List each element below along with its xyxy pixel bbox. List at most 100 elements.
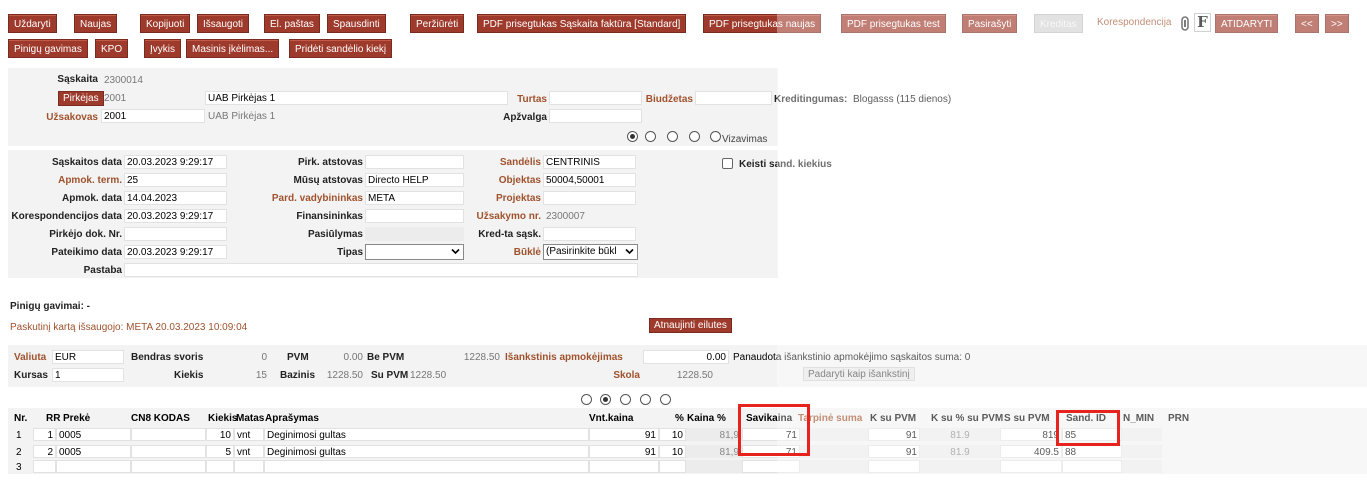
stage-radio-2[interactable]	[645, 131, 656, 142]
project-field[interactable]	[543, 191, 636, 205]
warehouse-label[interactable]: Sandėlis	[462, 157, 541, 168]
row-view-radio-3[interactable]	[620, 394, 631, 405]
row-rr[interactable]: 2	[33, 445, 56, 458]
buyer-doc-field[interactable]	[124, 227, 227, 241]
correspondence-date-field[interactable]: 20.03.2023 9:29:17	[124, 209, 227, 223]
row-warehouse-id[interactable]	[1062, 460, 1122, 473]
type-select[interactable]	[365, 244, 464, 260]
new-button[interactable]: Naujas	[74, 14, 118, 33]
asset-label[interactable]: Turtas	[470, 94, 547, 105]
preview-button[interactable]: Peržiūrėti	[410, 14, 465, 33]
order-number-label[interactable]: Užsakymo nr.	[462, 211, 541, 222]
credit-invoice-field[interactable]	[543, 227, 636, 241]
sales-manager-field[interactable]: META	[365, 191, 464, 205]
stage-radio-vizavimas[interactable]	[710, 131, 721, 142]
status-label[interactable]: Būklė	[462, 247, 541, 258]
stage-radio-3[interactable]	[667, 131, 678, 142]
email-button[interactable]: El. paštas	[264, 14, 320, 33]
row-s-with-vat[interactable]	[1000, 460, 1062, 473]
money-receipt-button[interactable]: Pinigų gavimas	[8, 39, 88, 58]
row-view-radio-4[interactable]	[640, 394, 651, 405]
orderer-code[interactable]: 2001	[101, 109, 205, 123]
row-percent[interactable]: 10	[659, 428, 686, 441]
row-percent[interactable]: 10	[659, 445, 686, 458]
event-button[interactable]: Įvykis	[144, 39, 181, 58]
payment-term-label[interactable]: Apmok. term.	[10, 175, 122, 186]
financier-field[interactable]	[365, 209, 464, 223]
add-stock-quantity-button[interactable]: Pridėti sandėlio kiekį	[289, 39, 393, 58]
currency-label[interactable]: Valiuta	[14, 352, 46, 363]
row-unit[interactable]: vnt	[234, 445, 264, 458]
pdf-new-button[interactable]: PDF prisegtukas naujas	[703, 14, 822, 33]
credit-button[interactable]: Kreditas	[1034, 14, 1083, 33]
rate-field[interactable]: 1	[52, 368, 124, 382]
our-rep-field[interactable]: Directo HELP	[365, 173, 464, 187]
buyer-button[interactable]: Pirkėjas	[58, 91, 104, 106]
row-item[interactable]: 0005	[56, 428, 131, 441]
delivery-date-field[interactable]: 20.03.2023 9:29:17	[124, 245, 227, 259]
paperclip-icon[interactable]	[1180, 16, 1190, 31]
row-unit[interactable]: vnt	[234, 428, 264, 441]
row-cost-price[interactable]	[742, 460, 800, 473]
buyer-rep-field[interactable]	[365, 155, 464, 169]
row-s-with-vat[interactable]: 409.5	[1000, 445, 1062, 458]
row-view-radio-1[interactable]	[581, 394, 592, 405]
kpo-button[interactable]: KPO	[95, 39, 129, 58]
prepayment-field[interactable]: 0.00	[643, 350, 729, 364]
row-item[interactable]	[56, 460, 131, 473]
row-cn8[interactable]	[131, 460, 206, 473]
currency-field[interactable]: EUR	[52, 350, 124, 364]
refresh-rows-button[interactable]: Atnaujinti eilutes	[649, 318, 732, 333]
row-unit[interactable]	[234, 460, 264, 473]
stage-radio-4[interactable]	[689, 131, 700, 142]
row-k-with-vat[interactable]	[868, 460, 920, 473]
budget-field[interactable]	[695, 91, 772, 105]
row-view-radio-5[interactable]	[660, 394, 671, 405]
pdf-test-button[interactable]: PDF prisegtukas test	[841, 14, 946, 33]
overview-field[interactable]	[549, 109, 642, 123]
row-k-with-vat[interactable]: 91	[868, 445, 920, 458]
stage-radio-1[interactable]	[627, 131, 638, 142]
row-rr[interactable]: 1	[33, 428, 56, 441]
buyer-name[interactable]: UAB Pirkėjas 1	[205, 91, 508, 105]
row-unit-price[interactable]: 91	[589, 428, 659, 441]
note-field[interactable]	[124, 263, 638, 277]
payment-term-field[interactable]: 25	[124, 173, 227, 187]
open-button[interactable]: ATIDARYTI	[1215, 14, 1279, 33]
row-warehouse-id[interactable]: 88	[1062, 445, 1122, 458]
row-quantity[interactable]: 10	[206, 428, 234, 441]
make-prepayment-button[interactable]: Padaryti kaip išankstinį	[803, 367, 915, 381]
row-view-radio-2[interactable]	[600, 394, 611, 405]
warehouse-field[interactable]: CENTRINIS	[543, 155, 636, 169]
sales-manager-label[interactable]: Pard. vadybininkas	[240, 193, 363, 204]
row-unit-price[interactable]	[589, 460, 659, 473]
row-description[interactable]	[264, 460, 589, 473]
object-label[interactable]: Objektas	[462, 175, 541, 186]
object-field[interactable]: 50004,50001	[543, 173, 636, 187]
change-stock-checkbox[interactable]	[722, 158, 733, 169]
budget-label[interactable]: Biudžetas	[620, 94, 693, 105]
orderer-label[interactable]: Užsakovas	[20, 112, 98, 123]
invoice-date-field[interactable]: 20.03.2023 9:29:17	[124, 155, 227, 169]
prepayment-label[interactable]: Išankstinis apmokėjimas	[505, 352, 623, 363]
row-percent[interactable]	[659, 460, 686, 473]
print-button[interactable]: Spausdinti	[327, 14, 386, 33]
row-quantity[interactable]: 5	[206, 445, 234, 458]
row-description[interactable]: Deginimosi gultas	[264, 445, 589, 458]
sign-button[interactable]: Pasirašyti	[962, 14, 1018, 33]
row-k-with-vat[interactable]: 91	[868, 428, 920, 441]
status-select[interactable]: (Pasirinkite būkl	[543, 244, 638, 260]
mass-upload-button[interactable]: Masinis įkėlimas...	[186, 39, 280, 58]
pdf-standard-button[interactable]: PDF prisegtukas Sąskaita faktūra [Standa…	[477, 14, 687, 33]
row-quantity[interactable]	[206, 460, 234, 473]
debt-label[interactable]: Skola	[590, 370, 640, 381]
project-label[interactable]: Projektas	[462, 193, 541, 204]
payment-date-field[interactable]: 14.04.2023	[124, 191, 227, 205]
f-letter-button[interactable]: F	[1194, 13, 1211, 32]
next-button[interactable]: >>	[1325, 14, 1349, 33]
prev-button[interactable]: <<	[1295, 14, 1319, 33]
copy-button[interactable]: Kopijuoti	[140, 14, 191, 33]
row-s-with-vat[interactable]: 819	[1000, 428, 1062, 441]
close-button[interactable]: Uždaryti	[8, 14, 57, 33]
row-cn8[interactable]	[131, 428, 206, 441]
